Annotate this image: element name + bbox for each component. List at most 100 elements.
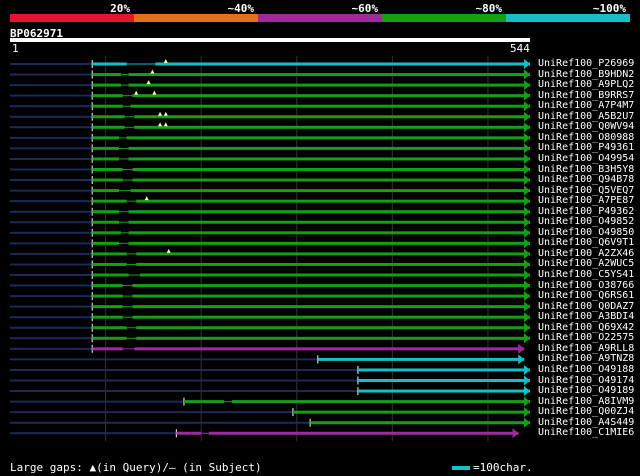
hit-label[interactable]: UniRef100_A2ZX46 [538,248,634,259]
hit-segment [105,168,123,171]
hit-segment [109,315,123,319]
hit-label[interactable]: UniRef100_Q5VEQ7 [538,185,634,196]
hit-label[interactable]: UniRef100_Q0DAZ7 [538,301,634,312]
hit-segment [357,389,530,393]
hit-row [10,354,525,365]
query-gap-marker [144,196,149,201]
hit-segment [292,410,530,414]
hit-arrow-head [524,122,530,133]
hit-label[interactable]: UniRef100_Q6RS61 [538,291,634,301]
hit-label[interactable]: UniRef100_O49954 [538,153,634,164]
hit-row [10,59,530,69]
hit-arrow-head [524,270,530,280]
hit-segment [92,294,110,298]
hit-arrow-head [524,164,530,175]
hit-row [10,143,530,154]
hit-label[interactable]: UniRef100_O49852 [538,217,634,227]
hit-label[interactable]: UniRef100_Q00ZJ4 [538,407,634,417]
hit-segment [92,284,110,288]
hit-label[interactable]: UniRef100_A5B2U7 [538,111,634,122]
hit-label[interactable]: UniRef100_Q69X42 [538,322,634,333]
hit-label[interactable]: UniRef100_O80988 [538,132,634,143]
hit-row [10,386,530,397]
hit-row [10,396,530,407]
hit-row [10,270,530,280]
hit-segment [130,104,531,108]
hit-segment [176,431,192,435]
hit-arrow-head [524,143,530,154]
hit-label[interactable]: UniRef100_O38766 [538,280,634,291]
hit-segment [92,326,110,330]
hit-label[interactable]: UniRef100_A2WUC5 [538,259,634,269]
hit-segment [132,305,530,309]
hit-label[interactable]: UniRef100_A8IVM9 [538,396,634,407]
hit-segment [107,62,127,66]
hit-segment [109,326,127,330]
hit-row [10,322,531,333]
hit-label[interactable]: UniRef100_O49189 [538,386,634,396]
hit-label[interactable]: UniRef100_A9RLL8 [538,343,634,354]
hit-arrow-head [524,101,530,112]
hit-label[interactable]: UniRef100_A4S449 [538,417,634,428]
hit-segment [92,220,106,224]
hit-label[interactable]: UniRef100_A9PLQ2 [538,80,634,90]
hit-label[interactable]: UniRef100_P26969 [538,59,634,69]
hit-segment [357,379,530,382]
query-gap-marker [150,69,155,74]
hit-label[interactable]: UniRef100_A3BDI4 [538,312,634,322]
hit-segment [92,241,106,245]
hit-label[interactable]: UniRef100_A9TNZ8 [538,354,634,364]
hit-label[interactable]: UniRef100_O22575 [538,333,634,343]
hit-arrow-head [524,280,530,291]
hit-row [10,132,530,143]
hit-row [10,312,530,323]
hit-segment [109,336,127,340]
hit-label[interactable]: UniRef100_O49188 [538,364,634,375]
query-gap-marker [166,248,171,253]
hit-label[interactable]: UniRef100_O49850 [538,227,634,238]
hit-label[interactable]: UniRef100_B9HDN2 [538,69,634,80]
scale-legend-text: =100char. [473,461,533,474]
hit-arrow-head [524,175,530,186]
hit-arrow-head [524,312,530,323]
hit-segment [92,210,106,214]
hit-segment [136,326,531,330]
hit-arrow-head [518,354,525,365]
hit-arrow-head [524,238,530,249]
hit-row [10,80,530,91]
hit-label[interactable]: UniRef100_Q94B78 [538,175,634,185]
hit-label[interactable]: UniRef100_Q6V9T1 [538,238,634,248]
hit-arrow-head [524,217,530,228]
hit-segment [310,421,530,425]
hit-segment [128,73,530,77]
hit-label[interactable]: UniRef100_B9RRS7 [538,90,634,101]
hit-row [10,122,530,133]
hit-segment [132,94,530,98]
hit-segment [208,431,519,435]
query-gap-marker [134,90,139,95]
hit-segment [92,73,108,77]
hit-label[interactable]: UniRef100_P49361 [538,143,634,153]
hit-arrow-head [524,80,530,91]
hit-label[interactable]: UniRef100_C5YS41 [538,270,634,280]
hit-arrow-head [524,59,530,69]
hit-segment [92,336,110,340]
hit-row [10,364,530,375]
hit-label[interactable]: UniRef100_O49174 [538,375,634,386]
hit-label[interactable]: UniRef100_A7PE87 [538,196,634,206]
hit-segment [132,284,530,288]
hit-label[interactable]: UniRef100_A7P4M7 [538,101,634,111]
hit-row [10,206,530,217]
hit-segment [105,136,119,140]
hit-label[interactable]: UniRef100_P49362 [538,206,634,217]
hit-label[interactable]: UniRef100_Q0WV94 [538,122,634,132]
hit-row [10,248,531,259]
hit-segment [109,252,127,256]
hit-segment [136,199,531,203]
hit-row [10,238,530,249]
hit-segment [136,252,531,256]
hit-arrow-head [524,301,530,312]
hit-label[interactable]: UniRef100_B3H5Y8 [538,164,634,175]
hit-segment [105,94,123,98]
hit-label[interactable]: UniRef100_C1MIE6 [538,428,634,438]
